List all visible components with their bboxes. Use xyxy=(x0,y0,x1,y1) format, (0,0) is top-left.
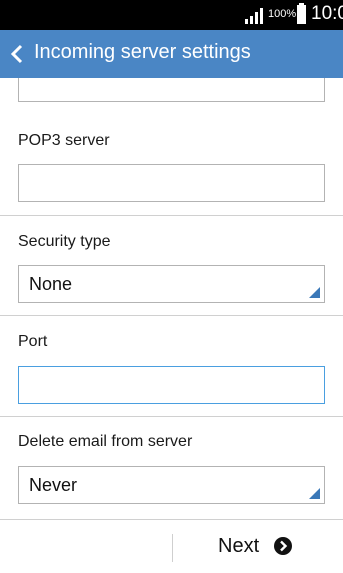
divider xyxy=(172,534,173,562)
settings-form: POP3 server Security type None Port Dele… xyxy=(0,78,343,518)
delete-email-label: Delete email from server xyxy=(18,433,193,450)
security-type-label: Security type xyxy=(18,233,111,250)
dropdown-triangle-icon xyxy=(309,488,320,499)
back-arrow-icon[interactable] xyxy=(8,43,26,65)
battery-percentage: 100% xyxy=(268,8,297,20)
delete-email-dropdown[interactable]: Never xyxy=(18,466,325,504)
divider xyxy=(0,215,343,216)
delete-email-value: Never xyxy=(29,475,78,495)
port-label: Port xyxy=(18,333,48,350)
next-button[interactable]: Next xyxy=(210,530,320,564)
battery-icon xyxy=(297,3,306,24)
pop3-server-input[interactable] xyxy=(18,164,325,202)
bottom-bar: Next xyxy=(0,519,343,573)
status-bar: 100% 10:00 xyxy=(0,0,343,30)
next-label: Next xyxy=(218,535,260,557)
divider xyxy=(0,416,343,417)
previous-field-input[interactable] xyxy=(18,78,325,102)
port-input[interactable] xyxy=(18,366,325,404)
dropdown-triangle-icon xyxy=(309,287,320,298)
security-type-value: None xyxy=(29,274,73,294)
pop3-server-label: POP3 server xyxy=(18,132,110,149)
security-type-dropdown[interactable]: None xyxy=(18,265,325,303)
status-clock: 10:00 xyxy=(311,3,343,24)
signal-icon xyxy=(245,8,263,24)
next-arrow-icon xyxy=(274,537,292,555)
app-header: Incoming server settings xyxy=(0,30,343,78)
divider xyxy=(0,315,343,316)
page-title: Incoming server settings xyxy=(34,41,251,63)
